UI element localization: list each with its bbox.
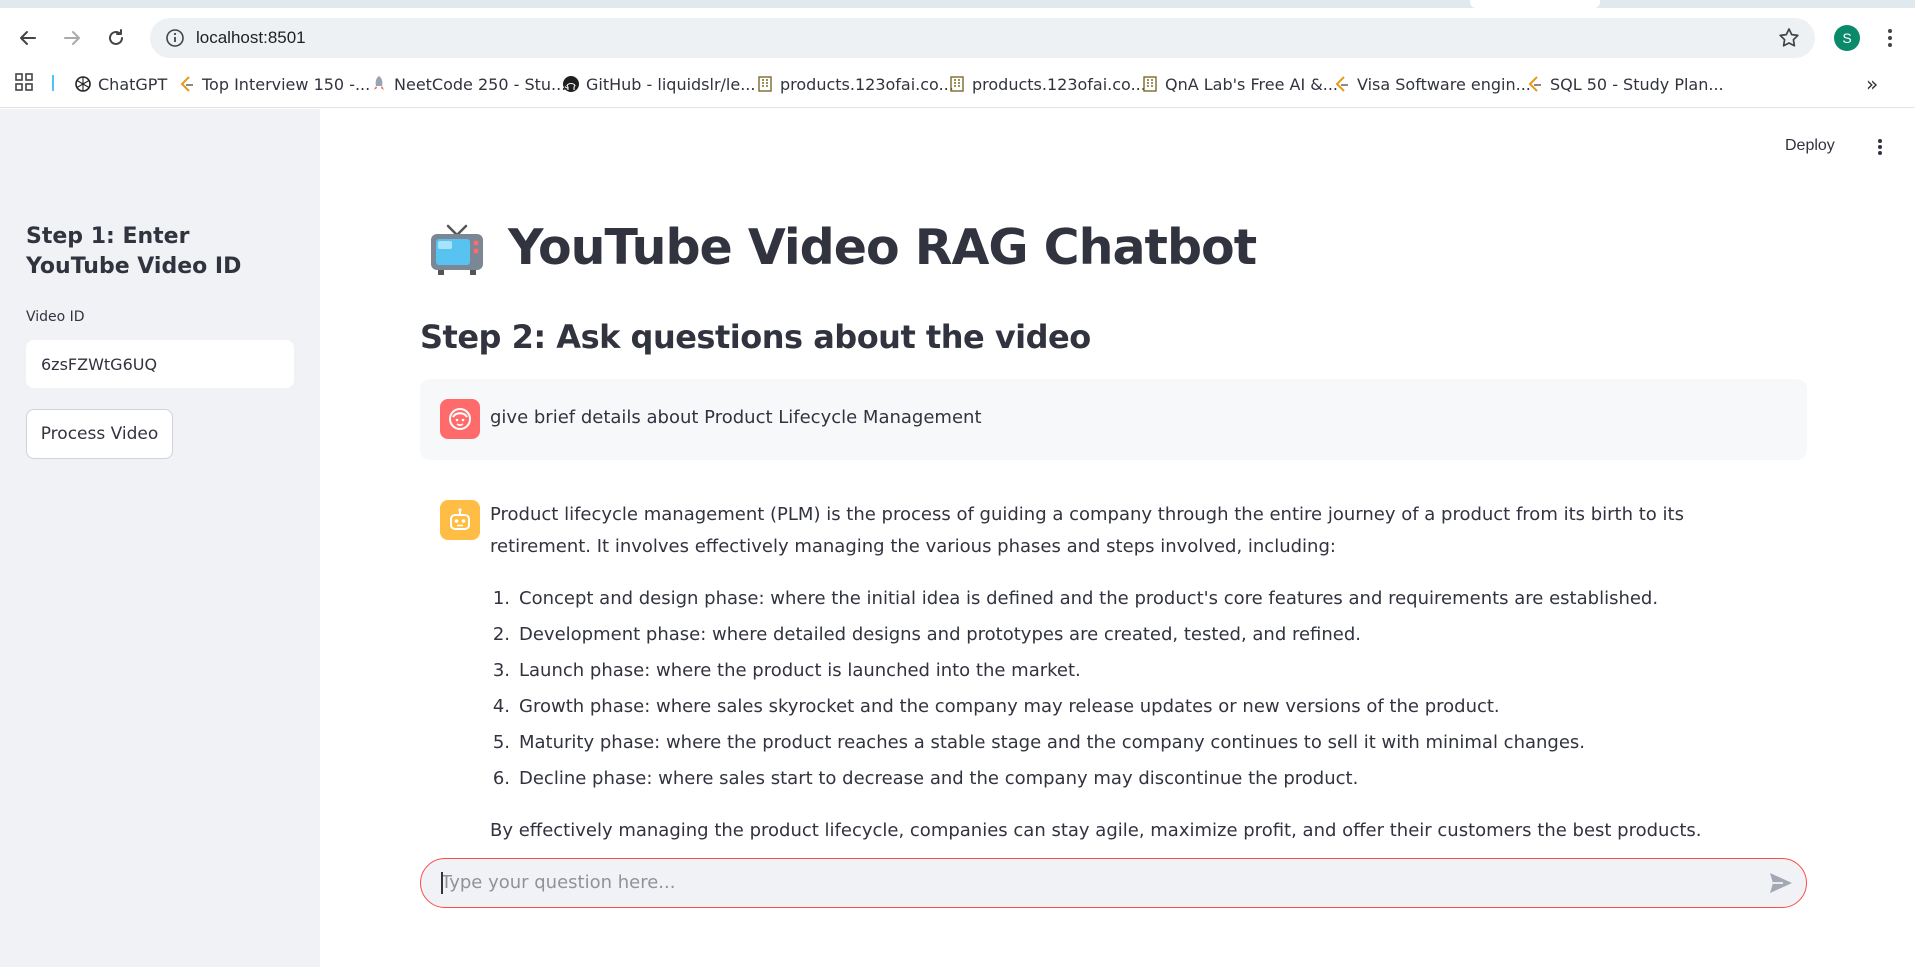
list-item: 6. Decline phase: where sales start to de… [492,768,1359,789]
bookmark-qna-lab[interactable]: QnA Lab's Free AI &... [1141,74,1338,94]
chat-input[interactable] [441,859,1741,906]
profile-avatar[interactable]: S [1834,25,1860,51]
sidebar-title: Step 1: Enter YouTube Video ID [26,224,242,279]
deploy-button[interactable]: Deploy [1785,137,1835,155]
app-menu-icon[interactable] [1871,136,1889,158]
building-icon [950,76,964,92]
list-item: 4. Growth phase: where sales skyrocket an… [492,696,1500,717]
leetcode-icon [1528,76,1541,92]
active-tab[interactable] [1470,0,1600,8]
github-icon [563,76,579,92]
list-item: 2. Development phase: where detailed desi… [492,624,1362,645]
assistant-message-list: 1. Concept and design phase: where the in… [490,583,1658,799]
bookmark-top-interview[interactable]: Top Interview 150 -... [178,74,370,94]
video-id-input[interactable] [26,340,294,388]
assistant-avatar-icon [440,500,480,540]
assistant-message-intro: Product lifecycle management (PLM) is th… [490,504,1684,557]
bookmark-sql-50[interactable]: SQL 50 - Study Plan... [1526,74,1724,94]
user-avatar-icon [440,399,480,439]
page-title-text: YouTube Video RAG Chatbot [508,218,1257,276]
browser-toolbar: localhost:8501 S [0,8,1915,66]
bookmark-products-1[interactable]: products.123ofai.co... [756,74,954,94]
reload-icon[interactable] [102,24,130,52]
back-icon[interactable] [14,24,42,52]
openai-icon [75,76,91,92]
chat-input-container[interactable] [420,858,1807,908]
more-bookmarks-icon[interactable]: » [1866,72,1878,96]
leetcode-icon [180,76,193,92]
address-bar[interactable]: localhost:8501 [150,18,1815,58]
bookmark-separator [52,75,54,91]
television-icon [431,224,483,275]
bookmark-neetcode[interactable]: NeetCode 250 - Stu... [370,74,566,94]
leetcode-icon [1335,76,1348,92]
list-item: 1. Concept and design phase: where the in… [492,588,1659,609]
list-item: 3. Launch phase: where the product is lau… [492,660,1081,681]
bookmark-chatgpt[interactable]: ChatGPT [74,74,167,94]
site-info-icon[interactable] [164,27,186,49]
bookmark-visa[interactable]: Visa Software engin... [1333,74,1531,94]
apps-grid-icon[interactable] [14,72,34,92]
list-item: 5. Maturity phase: where the product reac… [492,732,1586,753]
send-icon[interactable] [1768,871,1794,895]
user-message-text: give brief details about Product Lifecyc… [490,407,982,428]
scroll-mask [420,841,1820,857]
bookmark-products-2[interactable]: products.123ofai.co... [948,74,1146,94]
forward-icon[interactable] [58,24,86,52]
page-title: YouTube Video RAG Chatbot [428,218,1257,276]
bookmark-github[interactable]: GitHub - liquidslr/le... [562,74,755,94]
assistant-message-outro: By effectively managing the product life… [490,820,1702,841]
video-id-label: Video ID [26,309,85,325]
browser-tab-strip [0,0,1915,8]
rocket-icon [374,76,384,90]
text-caret [441,872,443,894]
url-text[interactable]: localhost:8501 [196,28,306,48]
building-icon [758,76,772,92]
bookmark-star-icon[interactable] [1777,26,1801,50]
process-video-button[interactable]: Process Video [26,409,173,459]
step-2-subheader: Step 2: Ask questions about the video [420,318,1091,356]
browser-menu-icon[interactable] [1880,24,1900,52]
building-icon [1143,76,1157,92]
